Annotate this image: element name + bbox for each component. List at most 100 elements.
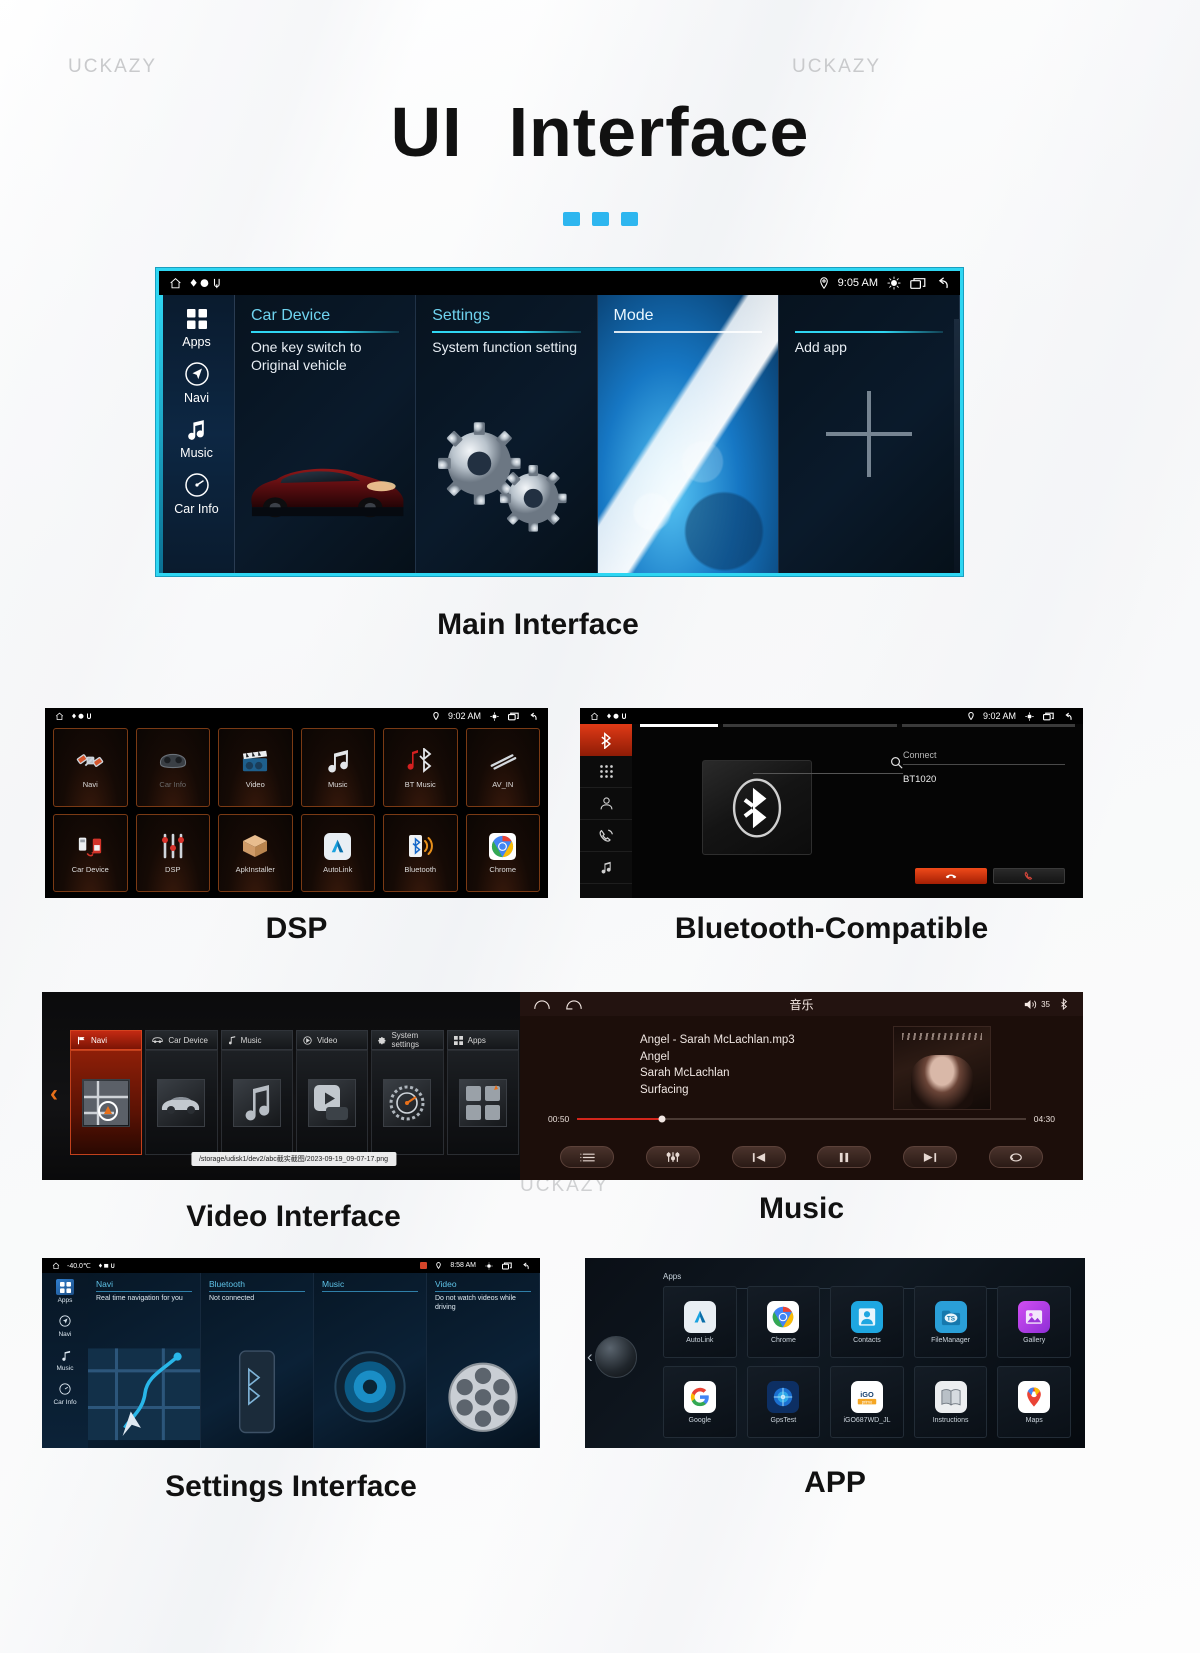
app-gallery[interactable]: Gallery — [997, 1286, 1071, 1358]
brightness-icon[interactable] — [485, 1262, 493, 1270]
app-autolink[interactable]: AutoLink — [663, 1286, 737, 1358]
app-tile-car-info[interactable]: Car Info — [135, 728, 210, 807]
tab-video[interactable]: Video — [295, 1030, 369, 1050]
app-maps[interactable]: Maps — [997, 1366, 1071, 1438]
settings-card-navi[interactable]: Navi Real time navigation for you — [88, 1273, 201, 1448]
main-card-settings[interactable]: Settings System function setting — [416, 295, 598, 573]
bt-device-name[interactable]: BT1020 — [903, 774, 1065, 785]
settings-sidebar-music[interactable]: Music — [56, 1347, 74, 1372]
prev-arrow-button[interactable]: ‹ — [50, 1080, 58, 1108]
home-icon[interactable] — [590, 712, 599, 721]
back-icon[interactable] — [521, 1262, 530, 1270]
next-button[interactable] — [903, 1146, 958, 1168]
settings-sidebar-apps[interactable]: Apps — [56, 1279, 74, 1304]
play-pause-button[interactable] — [817, 1146, 872, 1168]
app-gpstest[interactable]: GpsTest — [746, 1366, 821, 1438]
instructions-icon — [934, 1380, 967, 1413]
gear-icon — [378, 1036, 386, 1044]
tab-music[interactable]: Music — [220, 1030, 293, 1050]
scroll-indicator[interactable] — [954, 319, 960, 573]
page-title: UI Interface — [0, 92, 1200, 172]
app-instructions-label: Instructions — [932, 1416, 969, 1424]
music-top-bar: 音乐 35 — [520, 992, 1083, 1016]
app-tile-video[interactable]: Video — [218, 728, 293, 807]
video-card-apps[interactable] — [446, 1050, 519, 1155]
settings-sidebar-apps-label: Apps — [57, 1297, 73, 1304]
music-time-elapsed: 00:50 — [548, 1114, 570, 1124]
video-card-navi[interactable] — [70, 1050, 143, 1155]
app-tile-bluetooth[interactable]: Bluetooth — [383, 813, 458, 892]
bt-search-field[interactable] — [753, 754, 903, 774]
navigation-icon — [56, 1313, 74, 1329]
recent-apps-icon[interactable] — [910, 277, 926, 290]
playlist-button[interactable] — [560, 1146, 614, 1168]
app-igo[interactable]: iGO primo iGO687WD_JL — [830, 1366, 904, 1438]
equalizer-button[interactable] — [645, 1146, 700, 1168]
brightness-icon[interactable] — [887, 276, 901, 290]
bt-tab-call-history[interactable] — [580, 820, 632, 852]
bt-tab-dialpad[interactable] — [580, 756, 632, 788]
app-filemanager-label: FileManager — [931, 1336, 971, 1344]
recent-apps-icon[interactable] — [1043, 712, 1054, 721]
tab-car-device[interactable]: Car Device — [145, 1030, 218, 1050]
settings-card-video[interactable]: Video Do not watch videos while driving — [427, 1273, 540, 1448]
app-tile-dsp[interactable]: DSP — [135, 813, 210, 892]
sidebar-item-navi[interactable]: Navi — [184, 361, 210, 405]
end-call-button[interactable] — [915, 868, 987, 884]
app-google[interactable]: Google — [663, 1366, 737, 1438]
tab-system-settings[interactable]: System settings — [371, 1030, 444, 1050]
app-tile-apkinstaller[interactable]: ApkInstaller — [218, 813, 293, 892]
main-card-add-app[interactable]: Add app — [778, 295, 960, 573]
bt-tab-bluetooth[interactable] — [580, 724, 632, 756]
bt-tab-contacts[interactable] — [580, 788, 632, 820]
repeat-button[interactable] — [988, 1146, 1043, 1168]
recent-apps-icon[interactable] — [502, 1262, 512, 1270]
previous-button[interactable] — [731, 1146, 786, 1168]
app-tile-music[interactable]: Music — [300, 728, 375, 807]
bluetooth-main: Connect BT1020 — [632, 724, 1083, 898]
tab-apps[interactable]: Apps — [446, 1030, 519, 1050]
settings-sidebar-navi[interactable]: Navi — [56, 1313, 74, 1338]
gallery-icon — [1018, 1300, 1051, 1333]
app-tile-av-in[interactable]: AV_IN — [465, 728, 540, 807]
tab-navi[interactable]: Navi — [70, 1030, 143, 1050]
settings-card-bluetooth[interactable]: Bluetooth Not connected — [201, 1273, 314, 1448]
back-icon[interactable] — [1063, 712, 1073, 721]
app-tile-music-label: Music — [327, 779, 348, 789]
app-tile-autolink[interactable]: AutoLink — [300, 813, 375, 892]
sidebar-item-music[interactable]: Music — [180, 417, 213, 460]
app-chrome[interactable]: Chrome — [746, 1286, 821, 1358]
home-icon[interactable] — [55, 712, 64, 721]
call-button[interactable] — [993, 868, 1065, 884]
video-card-video[interactable] — [295, 1050, 369, 1155]
video-card-system-settings[interactable] — [371, 1050, 444, 1155]
caption-app: APP — [804, 1466, 866, 1499]
video-card-music[interactable] — [220, 1050, 293, 1155]
app-tile-navi[interactable]: Navi — [53, 728, 128, 807]
recent-apps-icon[interactable] — [508, 712, 519, 721]
home-icon[interactable] — [169, 277, 182, 290]
main-card-mode[interactable]: Mode — [597, 295, 779, 573]
video-card-car-device[interactable] — [145, 1050, 218, 1155]
back-icon[interactable] — [528, 712, 538, 721]
music-notes-icon — [321, 746, 355, 776]
app-filemanager[interactable]: TS FileManager — [913, 1286, 988, 1358]
home-icon[interactable] — [52, 1262, 60, 1270]
brightness-icon[interactable] — [490, 711, 499, 721]
settings-sidebar-carinfo[interactable]: Car Info — [53, 1381, 77, 1406]
bt-tab-music[interactable] — [580, 852, 632, 884]
app-contacts[interactable]: Contacts — [830, 1286, 904, 1358]
settings-card-music[interactable]: Music — [314, 1273, 427, 1448]
main-card-car-device[interactable]: Car Device One key switch to Original ve… — [235, 295, 417, 573]
app-instructions[interactable]: Instructions — [913, 1366, 988, 1438]
app-tile-bt-music[interactable]: BT Music — [383, 728, 458, 807]
music-progress-bar[interactable] — [577, 1115, 1026, 1123]
app-tile-chrome[interactable]: Chrome — [465, 813, 540, 892]
plus-icon[interactable] — [826, 391, 912, 477]
app-tile-car-device[interactable]: Car Device — [53, 813, 128, 892]
rotary-knob[interactable] — [587, 1336, 637, 1378]
back-icon[interactable] — [935, 276, 950, 290]
sidebar-item-apps[interactable]: Apps — [182, 307, 211, 349]
sidebar-item-carinfo[interactable]: Car Info — [174, 472, 219, 516]
brightness-icon[interactable] — [1025, 711, 1034, 721]
